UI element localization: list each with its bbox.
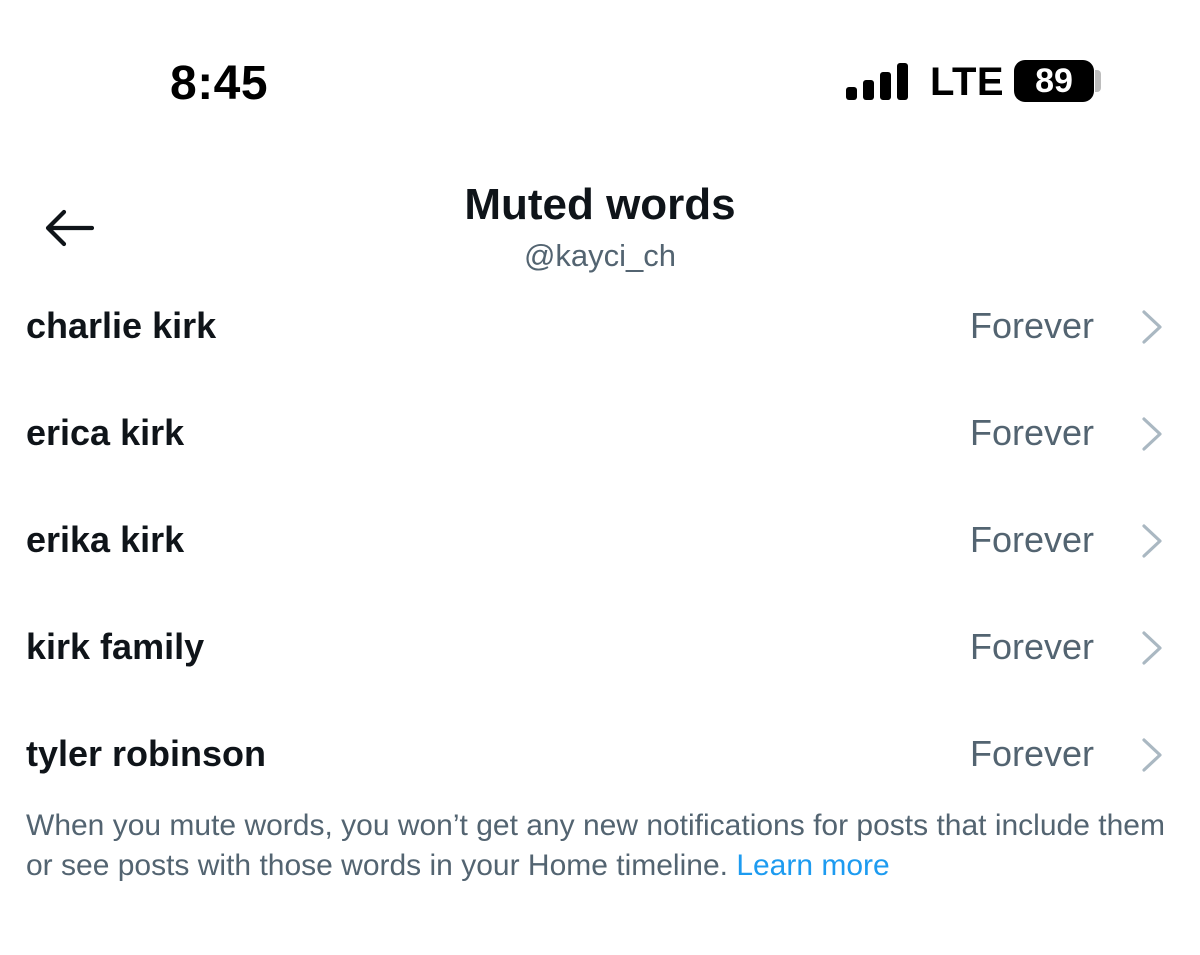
- mute-duration: Forever: [969, 305, 1094, 346]
- mute-duration: Forever: [969, 626, 1094, 667]
- learn-more-link[interactable]: Learn more: [736, 849, 889, 882]
- battery-icon: 89: [1014, 60, 1094, 102]
- status-time: 8:45: [170, 57, 269, 110]
- muted-words-explanation: When you mute words, you won’t get any n…: [26, 806, 1186, 886]
- chevron-right-icon: [1142, 524, 1162, 558]
- mute-duration: Forever: [969, 733, 1094, 774]
- chevron-right-icon: [1142, 631, 1162, 665]
- network-type: LTE: [930, 60, 1005, 104]
- muted-word-label: erika kirk: [26, 519, 185, 560]
- cellular-signal-icon: [846, 62, 910, 100]
- muted-word-label: charlie kirk: [26, 305, 217, 346]
- muted-word-row[interactable]: charlie kirk Forever: [0, 290, 1200, 397]
- muted-word-row[interactable]: erica kirk Forever: [0, 397, 1200, 504]
- mute-duration: Forever: [969, 519, 1094, 560]
- explanation-text: When you mute words, you won’t get any n…: [26, 809, 1165, 882]
- chevron-right-icon: [1142, 310, 1162, 344]
- muted-word-label: tyler robinson: [26, 733, 267, 774]
- muted-words-screen: 8:45 LTE 89 Muted words @kayci_ch charli…: [0, 0, 1200, 955]
- account-handle: @kayci_ch: [523, 238, 677, 273]
- battery-cap: [1095, 70, 1101, 92]
- muted-word-label: kirk family: [26, 626, 205, 667]
- mute-duration: Forever: [969, 412, 1094, 453]
- chevron-right-icon: [1142, 417, 1162, 451]
- page-title: Muted words: [464, 180, 736, 229]
- muted-word-row[interactable]: kirk family Forever: [0, 611, 1200, 718]
- battery-level: 89: [1035, 61, 1073, 100]
- muted-word-label: erica kirk: [26, 412, 185, 453]
- muted-word-row[interactable]: erika kirk Forever: [0, 504, 1200, 611]
- muted-words-list: charlie kirk Forever erica kirk Forever …: [0, 290, 1200, 825]
- chevron-right-icon: [1142, 738, 1162, 772]
